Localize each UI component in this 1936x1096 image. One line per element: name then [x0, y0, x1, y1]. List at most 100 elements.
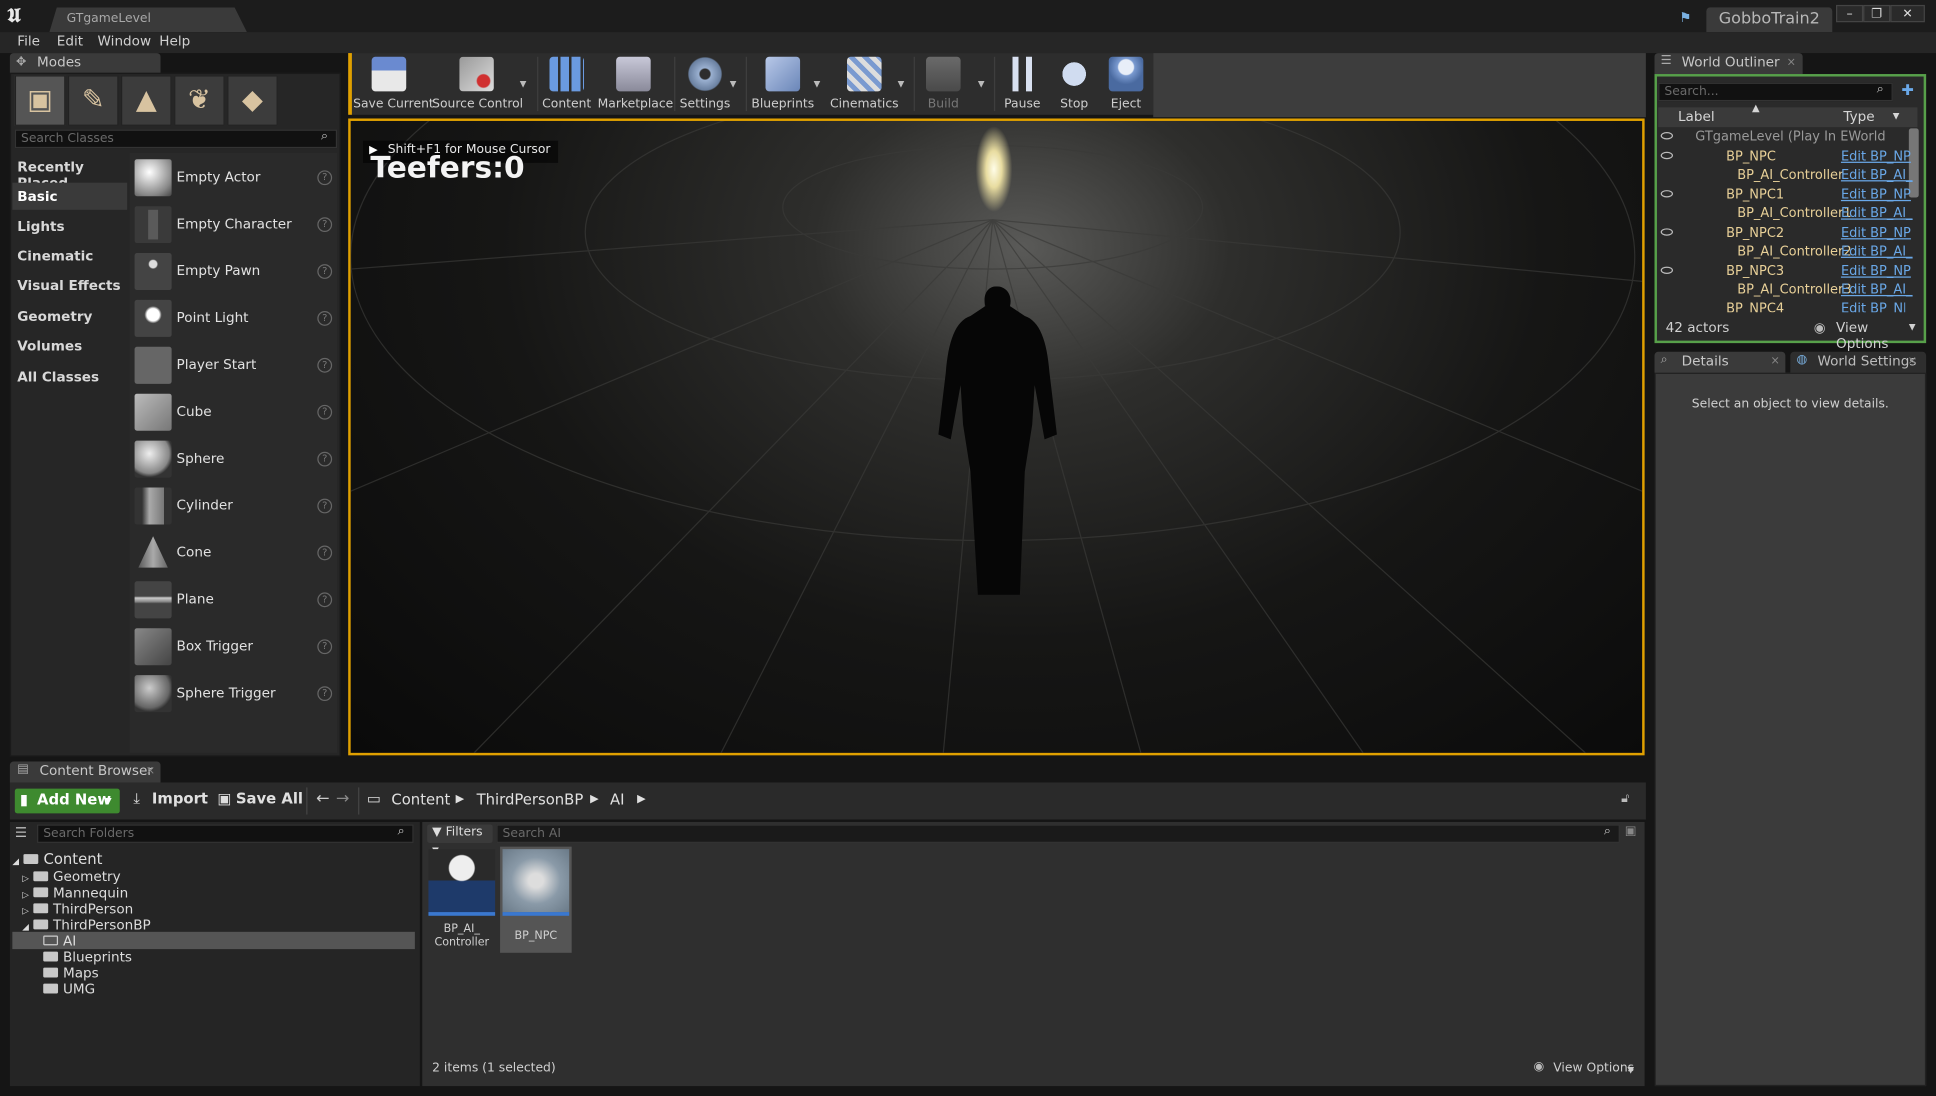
save-current-button[interactable]: Save Current	[353, 54, 434, 113]
help-icon[interactable]: ?	[317, 545, 333, 561]
category-recently-placed[interactable]: Recently Placed	[12, 153, 127, 191]
asset-bp-npc[interactable]: BP_NPC	[500, 846, 572, 953]
breadcrumb-arrow-icon[interactable]: ▶	[456, 794, 465, 806]
tree-item-mannequin[interactable]: ▷ Mannequin	[22, 885, 128, 901]
content-view-options[interactable]: View Options	[1553, 1061, 1634, 1075]
type-column-header[interactable]: Type	[1843, 109, 1874, 125]
view-options-dropdown-icon[interactable]: ▼	[1909, 322, 1916, 332]
tree-item-thirdperson[interactable]: ▷ ThirdPerson	[22, 901, 133, 917]
breadcrumb-ai[interactable]: AI	[610, 791, 625, 808]
outliner-row[interactable]: BP_AI_Controller2 Edit BP_AI_	[1658, 244, 1912, 263]
minimize-button[interactable]: –	[1835, 4, 1864, 23]
help-icon[interactable]: ?	[317, 311, 333, 326]
help-icon[interactable]: ?	[317, 498, 333, 514]
foliage-mode-icon[interactable]: ❦	[174, 75, 225, 126]
landscape-mode-icon[interactable]: ▲	[121, 75, 172, 126]
place-item-plane[interactable]: Plane?	[131, 578, 337, 622]
add-actor-icon[interactable]: ✚	[1901, 81, 1913, 98]
tree-item-content[interactable]: ◢ Content	[12, 850, 102, 867]
import-button[interactable]: Import	[152, 790, 208, 812]
outliner-row[interactable]: BP_NPC1 Edit BP_NP	[1658, 188, 1911, 207]
category-all-classes[interactable]: All Classes	[12, 363, 127, 390]
category-basic[interactable]: Basic	[12, 182, 128, 210]
category-lights[interactable]: Lights	[12, 212, 127, 239]
cinematics-button[interactable]: Cinematics	[830, 54, 899, 113]
tree-item-thirdpersonbp[interactable]: ◢ ThirdPersonBP	[22, 917, 151, 933]
build-dropdown-icon[interactable]: ▼	[978, 79, 985, 89]
asset-bp-ai-controller[interactable]: BP_AI_ Controller	[426, 847, 498, 953]
category-geometry[interactable]: Geometry	[12, 302, 127, 329]
visibility-eye-icon[interactable]	[1660, 266, 1674, 274]
help-icon[interactable]: ?	[317, 639, 333, 655]
pause-button[interactable]: Pause	[1000, 54, 1044, 113]
category-cinematic[interactable]: Cinematic	[12, 242, 127, 269]
settings-button[interactable]: Settings	[679, 54, 731, 113]
level-tab[interactable]: GTgameLevel	[49, 7, 247, 33]
back-arrow-icon[interactable]: ←	[316, 790, 329, 809]
column-dropdown-icon[interactable]: ▼	[1893, 111, 1900, 121]
content-browser-tab[interactable]: Content Browser	[9, 761, 161, 783]
help-icon[interactable]: ?	[317, 357, 333, 373]
help-icon[interactable]: ?	[317, 170, 333, 186]
close-tab-icon[interactable]: ×	[146, 765, 155, 777]
breadcrumb-content[interactable]: Content	[391, 791, 450, 808]
outliner-row[interactable]: BP_NPC Edit BP_NP	[1658, 149, 1911, 168]
menu-help[interactable]: Help	[159, 33, 190, 52]
place-item-cylinder[interactable]: Cylinder?	[131, 484, 337, 528]
world-settings-tab[interactable]: World Settings	[1790, 351, 1927, 373]
menu-edit[interactable]: Edit	[57, 33, 83, 52]
place-item-point-light[interactable]: Point Light?	[131, 296, 337, 340]
visibility-eye-icon[interactable]	[1660, 151, 1674, 160]
help-icon[interactable]: ?	[317, 686, 333, 702]
tree-item-maps[interactable]: Maps	[43, 965, 99, 981]
place-mode-icon[interactable]: ▣	[14, 75, 66, 126]
tree-item-geometry[interactable]: ▷ Geometry	[22, 869, 120, 885]
tree-item-ai[interactable]: AI	[43, 933, 76, 949]
maximize-button[interactable]: ❐	[1863, 4, 1891, 23]
place-item-sphere-trigger[interactable]: Sphere Trigger?	[131, 671, 337, 715]
save-all-button[interactable]: Save All	[236, 790, 303, 812]
help-icon[interactable]: ?	[317, 217, 333, 233]
stop-button[interactable]: Stop	[1052, 54, 1096, 113]
paint-mode-icon[interactable]: ✎	[67, 75, 119, 126]
view-options-dropdown-icon[interactable]: ▼	[1627, 1065, 1634, 1075]
place-item-empty-character[interactable]: Empty Character?	[131, 202, 337, 246]
lock-icon[interactable]: 🔓︎	[1621, 792, 1629, 806]
outliner-row[interactable]: BP_NPC2 Edit BP_NP	[1658, 226, 1911, 245]
source-control-button[interactable]: Source Control	[432, 54, 523, 113]
blueprints-dropdown-icon[interactable]: ▼	[814, 79, 821, 89]
place-item-empty-pawn[interactable]: Empty Pawn?	[131, 249, 337, 293]
marketplace-button[interactable]: Marketplace	[598, 54, 673, 113]
unreal-logo-icon[interactable]: 𝖀	[7, 4, 34, 29]
breadcrumb-thirdpersonbp[interactable]: ThirdPersonBP	[477, 791, 584, 808]
cinematics-dropdown-icon[interactable]: ▼	[898, 79, 905, 89]
blueprints-button[interactable]: Blueprints	[751, 54, 815, 113]
geometry-mode-icon[interactable]: ◆	[227, 75, 278, 126]
menu-window[interactable]: Window	[98, 33, 152, 52]
source-control-dropdown-icon[interactable]: ▼	[520, 79, 527, 89]
build-button[interactable]: Build	[921, 54, 965, 113]
filters-button[interactable]: ▼ Filters ▼	[427, 824, 493, 855]
breadcrumb-arrow-icon[interactable]: ▶	[637, 794, 646, 806]
outliner-row[interactable]: BP_NPC3 Edit BP_NP	[1658, 264, 1911, 283]
search-assets-input[interactable]: Search AI	[496, 824, 1620, 843]
outliner-row[interactable]: BP_AI_Controller Edit BP_AI_	[1658, 168, 1912, 187]
outliner-row[interactable]: GTgameLevel (Play In EWorld	[1658, 130, 1905, 149]
search-folders-input[interactable]: Search Folders	[37, 824, 414, 843]
place-item-sphere[interactable]: Sphere?	[131, 437, 337, 481]
eject-button[interactable]: Eject	[1104, 54, 1148, 113]
label-column-header[interactable]: Label	[1678, 109, 1715, 125]
settings-dropdown-icon[interactable]: ▼	[730, 79, 737, 89]
menu-file[interactable]: File	[17, 33, 40, 52]
help-icon[interactable]: ?	[317, 264, 333, 279]
close-tab-icon[interactable]: ×	[1787, 57, 1796, 69]
place-item-player-start[interactable]: Player Start?	[131, 343, 337, 387]
outliner-row[interactable]: BP_AI_Controller1 Edit BP_AI_	[1658, 206, 1912, 225]
place-item-box-trigger[interactable]: Box Trigger?	[131, 625, 337, 669]
help-icon[interactable]: ?	[317, 451, 333, 467]
visibility-eye-icon[interactable]	[1660, 190, 1674, 198]
search-classes-input[interactable]: Search Classes	[14, 129, 338, 149]
outliner-row[interactable]: BP_AI_Controller3 Edit BP_AI_	[1658, 283, 1912, 302]
save-search-icon[interactable]: ▣	[1625, 824, 1637, 838]
category-volumes[interactable]: Volumes	[12, 332, 127, 359]
